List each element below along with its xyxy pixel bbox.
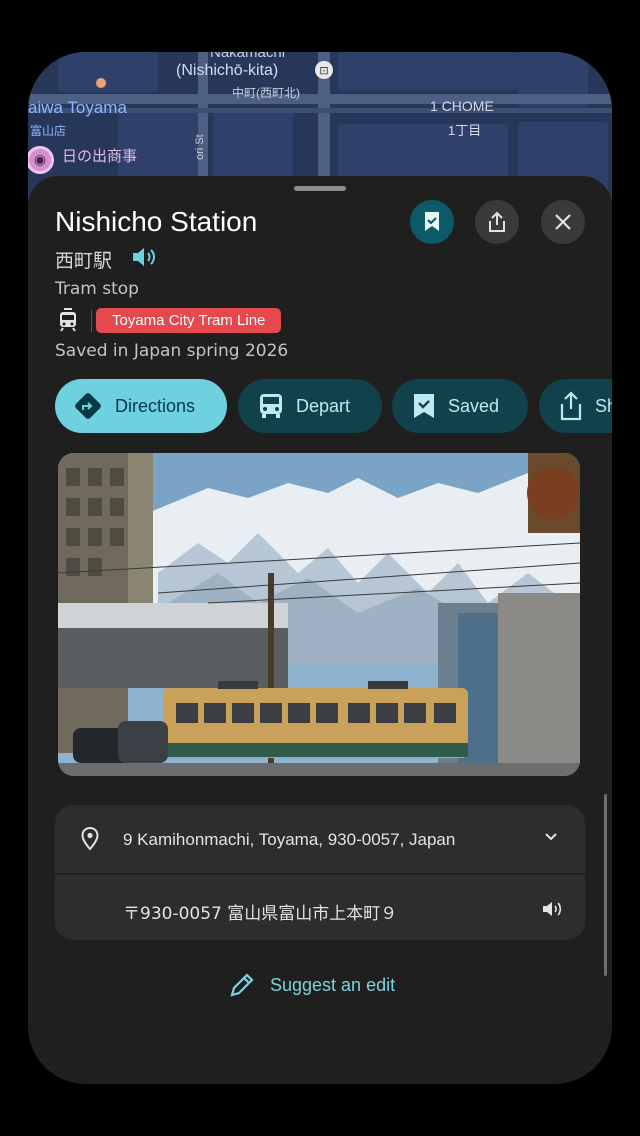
suggest-edit-label: Suggest an edit	[270, 974, 396, 995]
divider	[55, 873, 585, 875]
suggest-edit-button[interactable]: Suggest an edit	[228, 971, 395, 999]
phone-screen: Nakamachi (Nishichō-kita) ⊡ 中町(西町北) aiwa…	[28, 52, 612, 1084]
place-type: Tram stop	[55, 279, 139, 299]
address-line[interactable]: 9 Kamihonmachi, Toyama, 930-0057, Japan	[123, 830, 455, 850]
map-area-kanji: 中町(西町北)	[232, 86, 300, 100]
bus-icon	[260, 394, 282, 418]
action-chips: Directions Depart Saved S	[55, 379, 612, 435]
save-button[interactable]	[410, 200, 454, 244]
speaker-icon[interactable]	[541, 899, 563, 919]
station-marker-icon[interactable]: ⊡	[315, 61, 333, 79]
address-card: 9 Kamihonmachi, Toyama, 930-0057, Japan …	[55, 805, 585, 940]
map-left-name: aiwa Toyama	[28, 98, 127, 117]
place-photo[interactable]	[58, 453, 580, 776]
map-chome-jp: 1丁目	[448, 123, 482, 138]
bookmark-check-icon	[425, 212, 439, 231]
saved-label: Saved	[448, 395, 500, 416]
tram-icon	[60, 308, 76, 332]
directions-icon	[75, 393, 101, 419]
depart-button[interactable]: Depart	[238, 379, 382, 433]
saved-button[interactable]: Saved	[392, 379, 528, 433]
saved-in-list[interactable]: Saved in Japan spring 2026	[55, 341, 288, 361]
map-area-romaji: (Nishichō-kita)	[176, 62, 279, 79]
map-street: ori St	[194, 134, 206, 160]
chevron-down-icon[interactable]	[543, 831, 559, 843]
drag-handle[interactable]	[294, 186, 346, 191]
pencil-icon	[230, 973, 254, 997]
share-label: Share	[595, 395, 612, 416]
line-badge[interactable]: Toyama City Tram Line	[96, 308, 282, 333]
place-sheet: Nishicho Station 西町駅 Tram stop Toyama Ci…	[28, 176, 612, 1084]
share-icon	[489, 211, 505, 232]
place-title: Nishicho Station	[55, 206, 258, 237]
depart-label: Depart	[296, 395, 351, 416]
bookmark-check-icon	[414, 394, 434, 418]
share-icon	[560, 391, 582, 421]
map-chome-en: 1 CHOME	[430, 98, 494, 114]
map-left-sub: 富山店	[30, 124, 67, 138]
directions-button[interactable]: Directions	[55, 379, 227, 433]
map-poi-name: 日の出商事	[62, 148, 138, 165]
directions-label: Directions	[115, 395, 196, 416]
speaker-icon[interactable]	[130, 244, 158, 270]
scrollbar[interactable]	[604, 794, 607, 976]
location-pin-icon	[81, 827, 99, 851]
native-name: 西町駅	[55, 250, 113, 272]
share-button[interactable]	[475, 200, 519, 244]
poi-marker-icon[interactable]: ◉	[28, 146, 54, 174]
close-button[interactable]	[541, 200, 585, 244]
divider	[91, 310, 92, 332]
map-area-top: Nakamachi	[210, 52, 286, 61]
address-local[interactable]: 〒930-0057 富山県富山市上本町９	[123, 899, 397, 924]
close-icon	[555, 214, 571, 230]
photo-illustration	[58, 453, 580, 776]
share-chip-button[interactable]: Share	[539, 379, 612, 433]
